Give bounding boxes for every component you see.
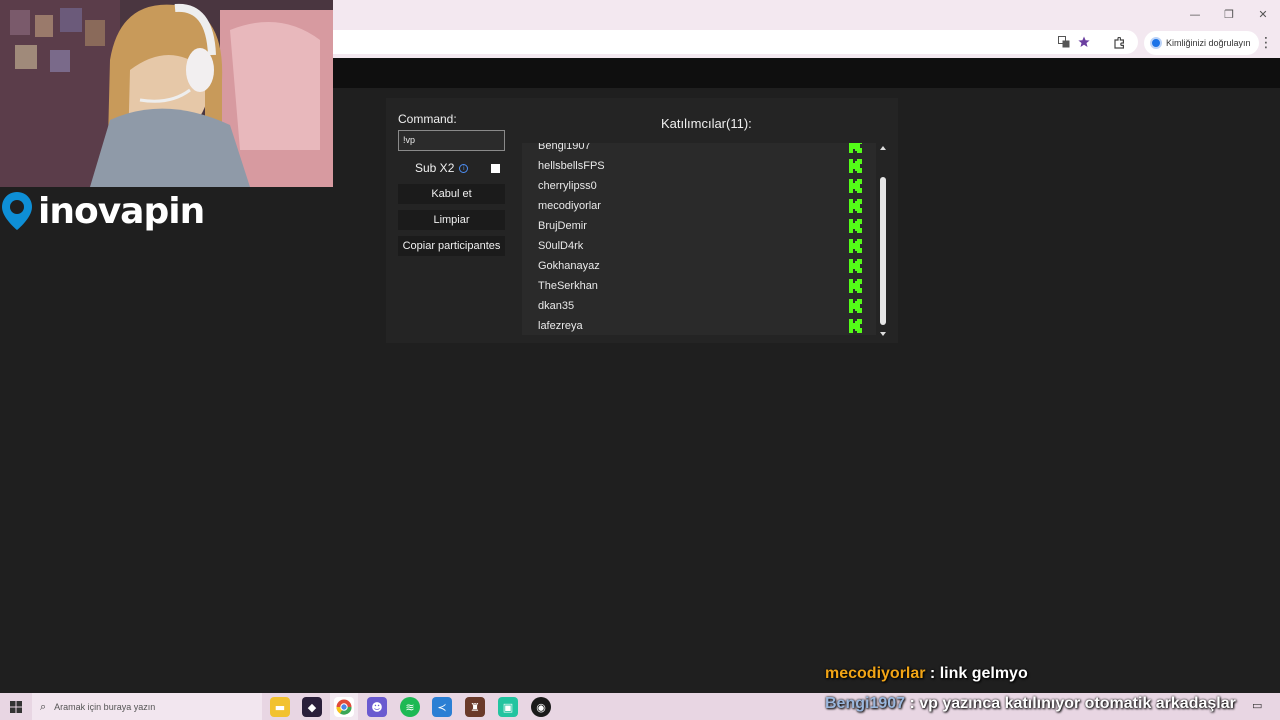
chat-username: Bengi1907 <box>825 695 906 712</box>
participant-name: Gokhanayaz <box>538 260 600 272</box>
chat-text: : vp yazınca katılınıyor otomatik arkada… <box>905 695 1236 712</box>
app-teal-icon[interactable]: ▣ <box>498 697 518 717</box>
list-item: S0ulD4rk <box>538 236 862 256</box>
webcam-overlay <box>0 0 333 187</box>
game-app-icon[interactable]: ♜ <box>465 697 485 717</box>
participant-name: hellsbellsFPS <box>538 160 605 172</box>
search-icon: ⌕ <box>40 699 47 713</box>
copy-participants-button[interactable]: Copiar participantes <box>398 236 505 256</box>
list-item: dkan35 <box>538 296 862 316</box>
taskbar-search[interactable]: ⌕ Aramak için buraya yazın <box>32 693 262 720</box>
participant-name: Bengi1907 <box>538 143 591 152</box>
participant-name: lafezreya <box>538 320 583 332</box>
windows-logo-icon <box>10 700 22 713</box>
chrome-icon[interactable] <box>334 697 354 717</box>
info-icon[interactable]: i <box>459 163 469 173</box>
profile-label: Kimliğinizi doğrulayın <box>1166 38 1251 48</box>
search-placeholder: Aramak için buraya yazın <box>54 701 156 712</box>
participant-name: cherrylipss0 <box>538 180 597 192</box>
obs-icon[interactable]: ◉ <box>531 697 551 717</box>
sponsor-logo: inovapin <box>0 190 205 232</box>
discord-icon[interactable]: ☻ <box>367 697 387 717</box>
participant-name: mecodiyorlar <box>538 200 601 212</box>
participant-name: S0ulD4rk <box>538 240 584 252</box>
kick-icon <box>849 319 862 333</box>
participant-name: BrujDemir <box>538 220 587 232</box>
list-item: Gokhanayaz <box>538 256 862 276</box>
kick-icon <box>849 159 862 173</box>
window-controls: — ❐ ✕ <box>1178 0 1280 28</box>
command-input[interactable]: !vp <box>398 130 505 151</box>
list-item: mecodiyorlar <box>538 196 862 216</box>
list-item: BrujDemir <box>538 216 862 236</box>
scroll-down-arrow-icon[interactable] <box>880 332 886 336</box>
list-item: Bengi1907 <box>538 143 862 156</box>
chat-message: Bengi1907 : vp yazınca katılınıyor otoma… <box>825 695 1240 713</box>
kick-icon <box>849 299 862 313</box>
kick-icon <box>849 219 862 233</box>
participants-list[interactable]: Bengi1907 hellsbellsFPS cherrylipss0 mecodi… <box>522 143 876 335</box>
scroll-thumb[interactable] <box>880 177 886 325</box>
location-pin-icon <box>2 192 32 230</box>
app-dark-icon[interactable]: ◆ <box>302 697 322 717</box>
restore-button[interactable]: ❐ <box>1212 0 1246 28</box>
profile-avatar-icon <box>1150 37 1162 49</box>
star-icon[interactable] <box>1075 33 1093 51</box>
scroll-up-arrow-icon[interactable] <box>880 146 886 150</box>
spotify-icon[interactable]: ≋ <box>400 697 420 717</box>
kick-icon <box>849 239 862 253</box>
kick-icon <box>849 259 862 273</box>
menu-dots-icon[interactable]: ⋮ <box>1258 32 1274 54</box>
chat-message: mecodiyorlar : link gelmyo <box>825 665 1240 683</box>
screen: — ❐ ✕ Kimliğinizi doğrulayın ⋮ Command: <box>0 0 1280 720</box>
kick-icon <box>849 199 862 213</box>
kick-icon <box>849 143 862 153</box>
giveaway-panel: Command: !vp Sub X2 i Kabul et Limpiar C… <box>386 98 898 343</box>
translate-icon[interactable] <box>1055 33 1073 51</box>
file-explorer-icon[interactable]: ▬ <box>270 697 290 717</box>
logo-text: inovapin <box>38 190 205 232</box>
accept-button[interactable]: Kabul et <box>398 184 505 204</box>
sub-x2-label: Sub X2 <box>415 161 455 175</box>
participants-scrollbar[interactable] <box>879 146 887 336</box>
close-button[interactable]: ✕ <box>1246 0 1280 28</box>
chat-username: mecodiyorlar <box>825 665 926 682</box>
participant-name: TheSerkhan <box>538 280 598 292</box>
vscode-icon[interactable]: ≺ <box>432 697 452 717</box>
kick-icon <box>849 279 862 293</box>
minimize-button[interactable]: — <box>1178 0 1212 28</box>
kick-icon <box>849 179 862 193</box>
list-item: cherrylipss0 <box>538 176 862 196</box>
controls-column: Command: !vp Sub X2 i Kabul et Limpiar C… <box>398 112 506 256</box>
sub-x2-row: Sub X2 i <box>398 159 506 177</box>
address-bar[interactable] <box>333 30 1138 54</box>
list-item: TheSerkhan <box>538 276 862 296</box>
extensions-icon[interactable] <box>1110 32 1128 54</box>
participant-name: dkan35 <box>538 300 575 312</box>
notification-icon[interactable]: ▭ <box>1252 699 1266 713</box>
clear-button[interactable]: Limpiar <box>398 210 505 230</box>
start-button[interactable] <box>0 693 32 720</box>
sub-x2-checkbox[interactable] <box>491 163 501 173</box>
list-item: hellsbellsFPS <box>538 156 862 176</box>
participants-title: Katılımcılar(11): <box>661 116 752 131</box>
command-label: Command: <box>398 112 457 126</box>
profile-chip[interactable]: Kimliğinizi doğrulayın <box>1144 31 1259 55</box>
chat-text: : link gelmyo <box>925 665 1028 682</box>
list-item: lafezreya <box>538 316 862 335</box>
